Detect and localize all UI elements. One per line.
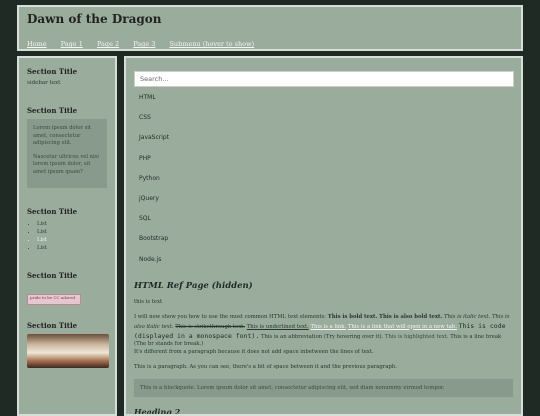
badge-image[interactable]: pride to be CC adored — [27, 294, 81, 306]
sidebar-box-paragraph: Lorem ipsum dolor sit amet, consectetur … — [33, 125, 91, 147]
nav-bar: Home Page 1 Page 2 Page 3 Submenu (hover… — [27, 31, 513, 50]
strikethrough-text: This is strikethrough text. — [175, 323, 245, 330]
text-elements-paragraph: I will now show you how to use the most … — [134, 314, 513, 358]
blockquote: This is a blockquote. Lorem ipsum dolor … — [134, 379, 513, 398]
section-title: Section Title — [27, 67, 78, 76]
section-title: Section Title — [27, 271, 78, 281]
language-item-html[interactable]: HTML — [134, 91, 513, 111]
bold-text: This is bold text. — [327, 313, 378, 320]
ref-page-title: HTML Ref Page (hidden) — [134, 280, 253, 291]
header: Dawn of the Dragon Home Page 1 Page 2 Pa… — [17, 5, 523, 51]
search-input[interactable] — [134, 71, 514, 87]
section-title: Section Title — [27, 207, 78, 217]
nav-link-page-2[interactable]: Page 2 — [97, 40, 119, 48]
sidebar-box: Lorem ipsum dolor sit amet, consectetur … — [27, 119, 107, 189]
example-link[interactable]: This is a link. — [310, 324, 346, 330]
section-title: Section Title — [27, 321, 78, 331]
language-item-bootstrap[interactable]: Bootstrap — [134, 232, 513, 252]
italic-text: This is italic text. — [444, 313, 491, 320]
nav-link-page-1[interactable]: Page 1 — [61, 40, 83, 48]
nav-link-home[interactable]: Home — [27, 40, 47, 48]
language-item-javascript[interactable]: JavaScript — [134, 131, 513, 151]
language-item-python[interactable]: Python — [134, 172, 513, 192]
sidebar: Section Title sidebar text Section Title… — [17, 56, 117, 416]
badge-text: pride to be CC adored — [30, 295, 76, 301]
language-item-jquery[interactable]: jQuery — [134, 192, 513, 212]
intro-text: this is text — [134, 298, 163, 305]
nav-link-submenu[interactable]: Submenu (hover to show) — [169, 40, 254, 48]
language-item-sql[interactable]: SQL — [134, 212, 513, 232]
main-content: HTML CSS JavaScript PHP Python jQuery SQ… — [124, 56, 523, 416]
list-item: List — [37, 244, 107, 252]
sidebar-list: List List List List — [27, 220, 107, 252]
sidebar-box-paragraph: Nascetur ultrices vel nisi lorem ipsum d… — [33, 153, 99, 175]
section-title: Section Title — [27, 106, 78, 115]
example-link-new-tab[interactable]: This is a link that will open in a new t… — [348, 324, 457, 330]
nav-link-page-3[interactable]: Page 3 — [133, 40, 155, 48]
book-image — [27, 334, 109, 369]
paragraph-text: This is a paragraph. As you can see, the… — [134, 364, 397, 371]
list-item: List — [37, 228, 107, 236]
subheading: Heading 2 — [134, 407, 181, 416]
language-list: HTML CSS JavaScript PHP Python jQuery SQ… — [134, 91, 513, 273]
abbreviation-text: This is an abbreviation (Try hovering ov… — [260, 333, 384, 340]
highlighted-text: This is highlighted text. — [384, 333, 449, 340]
language-item-css[interactable]: CSS — [134, 111, 513, 131]
sidebar-text: sidebar text — [27, 80, 61, 86]
list-item: List — [37, 220, 107, 228]
underlined-text: This is underlined text. — [246, 323, 309, 330]
language-item-php[interactable]: PHP — [134, 152, 513, 172]
language-item-nodejs[interactable]: Node.js — [134, 253, 513, 273]
list-item-active[interactable]: List — [37, 236, 107, 244]
line-break-explanation: It's different from a paragraph because … — [134, 349, 374, 356]
strong-text: This is also bold text. — [379, 313, 443, 320]
plain-text: I will now show you how to use the most … — [134, 313, 327, 320]
site-title: Dawn of the Dragon — [27, 12, 162, 26]
